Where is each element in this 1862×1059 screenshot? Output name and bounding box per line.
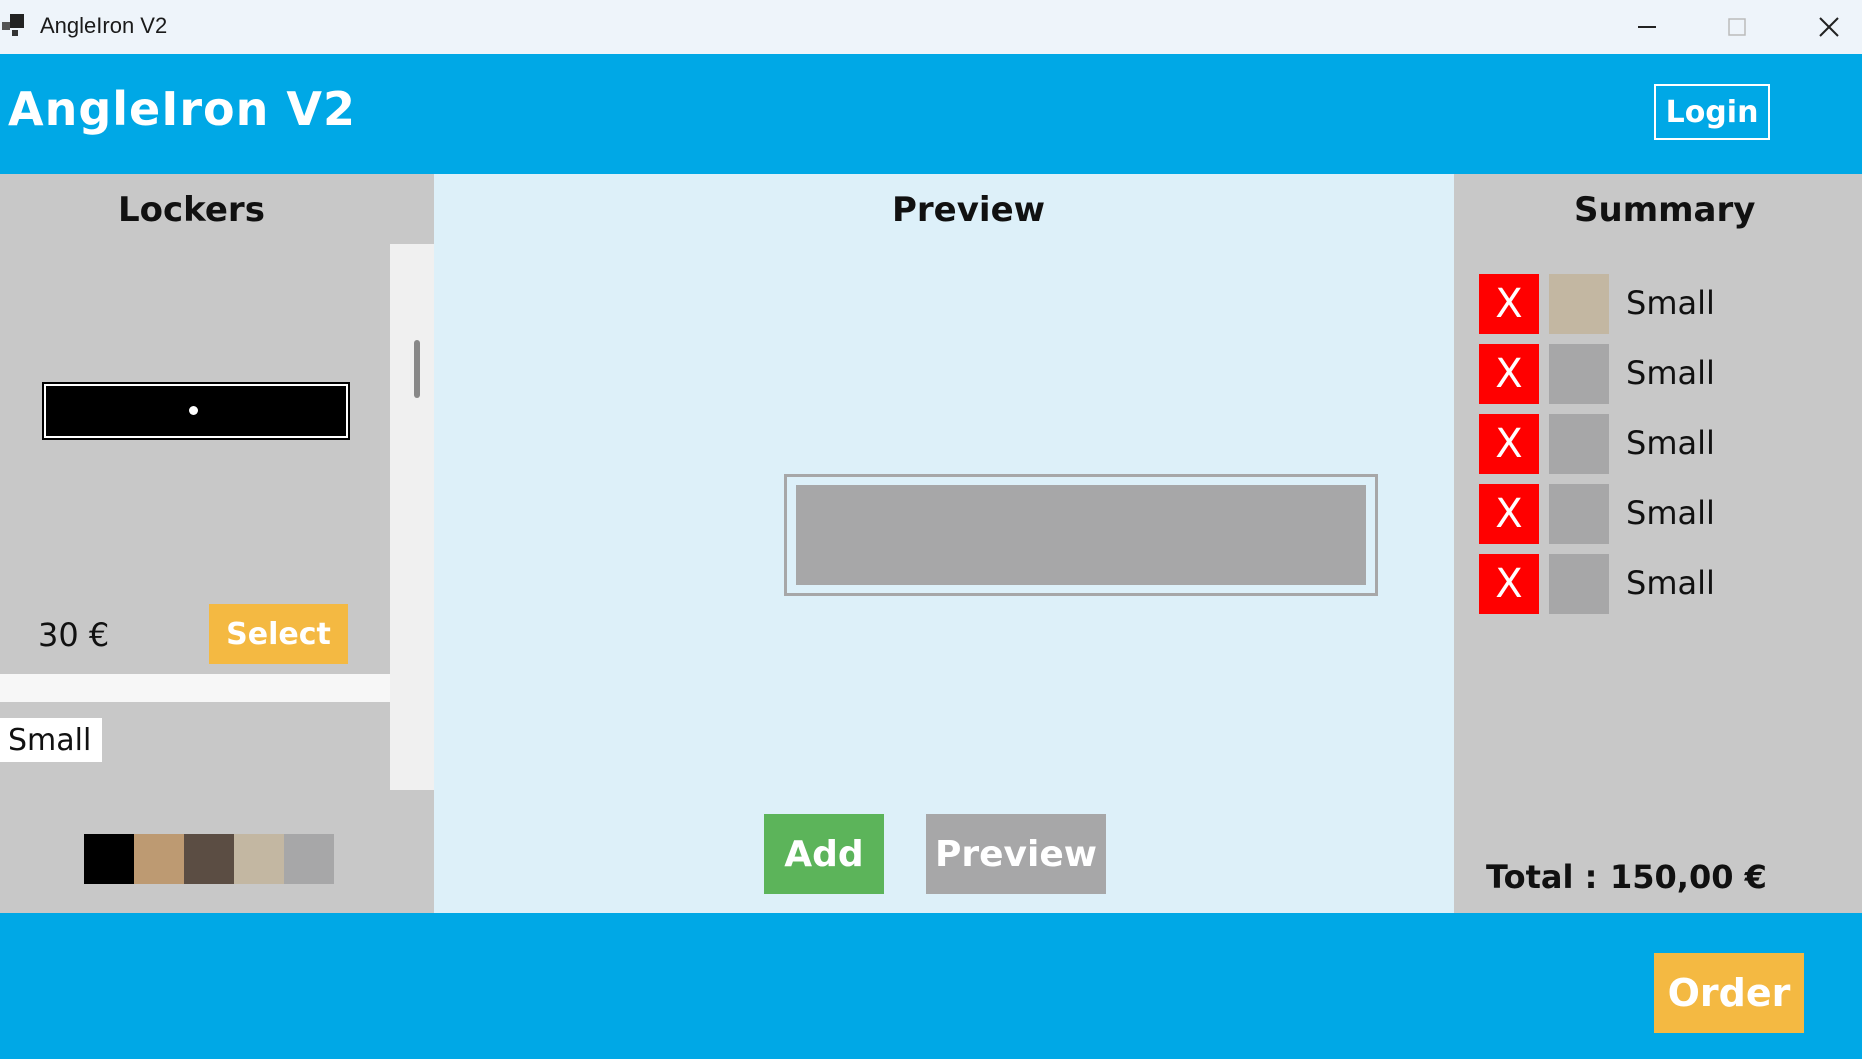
- minimize-button[interactable]: [1602, 0, 1692, 54]
- minimize-icon: [1638, 26, 1656, 28]
- order-button[interactable]: Order: [1654, 953, 1804, 1033]
- close-window-button[interactable]: [1784, 0, 1862, 54]
- login-button[interactable]: Login: [1654, 84, 1770, 140]
- add-button[interactable]: Add: [764, 814, 884, 894]
- lockers-scrollbar[interactable]: [390, 244, 434, 790]
- remove-icon: X: [1495, 491, 1523, 537]
- remove-item-button[interactable]: X: [1479, 274, 1539, 334]
- remove-item-button[interactable]: X: [1479, 484, 1539, 544]
- summary-title: Summary: [1574, 190, 1756, 230]
- list-separator: [0, 674, 390, 702]
- preview-title: Preview: [892, 190, 1046, 230]
- summary-item-label: Small: [1626, 284, 1715, 322]
- item-color-swatch: [1549, 554, 1609, 614]
- lockers-list: 30 € Select Small: [0, 244, 390, 790]
- item-color-swatch: [1549, 344, 1609, 404]
- select-button[interactable]: Select: [209, 604, 348, 664]
- color-swatch[interactable]: [84, 834, 134, 884]
- app-footer: Order: [0, 913, 1862, 1059]
- close-icon: [1819, 17, 1839, 37]
- preview-button[interactable]: Preview: [926, 814, 1106, 894]
- locker-price: 30 €: [38, 616, 110, 654]
- maximize-button[interactable]: [1692, 0, 1782, 54]
- item-color-swatch: [1549, 484, 1609, 544]
- total-label: Total :: [1486, 858, 1598, 896]
- maximize-icon: [1728, 18, 1746, 36]
- locker-size-label: Small: [0, 718, 102, 762]
- total-value: 150,00 €: [1610, 858, 1767, 896]
- summary-item-label: Small: [1626, 354, 1715, 392]
- remove-item-button[interactable]: X: [1479, 414, 1539, 474]
- color-swatch[interactable]: [284, 834, 334, 884]
- window-title: AngleIron V2: [40, 13, 168, 38]
- item-color-swatch: [1549, 414, 1609, 474]
- remove-icon: X: [1495, 561, 1523, 607]
- remove-icon: X: [1495, 351, 1523, 397]
- color-swatch[interactable]: [234, 834, 284, 884]
- color-swatch[interactable]: [134, 834, 184, 884]
- locker-handle: [189, 406, 198, 415]
- remove-item-button[interactable]: X: [1479, 554, 1539, 614]
- color-swatch[interactable]: [184, 834, 234, 884]
- app-header: AngleIron V2 Login: [0, 54, 1862, 174]
- window-titlebar: AngleIron V2: [0, 0, 1862, 54]
- summary-item-label: Small: [1626, 424, 1715, 462]
- locker-preview-body: [796, 485, 1366, 585]
- scrollbar-thumb[interactable]: [414, 340, 420, 398]
- app-title: AngleIron V2: [8, 82, 357, 136]
- locker-card: 30 € Select: [0, 244, 390, 674]
- locker-thumbnail[interactable]: [44, 384, 348, 438]
- remove-item-button[interactable]: X: [1479, 344, 1539, 404]
- preview-panel: Preview Add Preview: [434, 174, 1454, 913]
- remove-icon: X: [1495, 421, 1523, 467]
- lockers-panel: Lockers 30 € Select Small: [0, 174, 434, 913]
- locker-card: Small: [0, 702, 390, 790]
- locker-preview: [784, 474, 1378, 596]
- summary-item-label: Small: [1626, 564, 1715, 602]
- app-icon: [2, 14, 24, 36]
- summary-item-label: Small: [1626, 494, 1715, 532]
- remove-icon: X: [1495, 281, 1523, 327]
- lockers-title: Lockers: [118, 190, 265, 230]
- item-color-swatch: [1549, 274, 1609, 334]
